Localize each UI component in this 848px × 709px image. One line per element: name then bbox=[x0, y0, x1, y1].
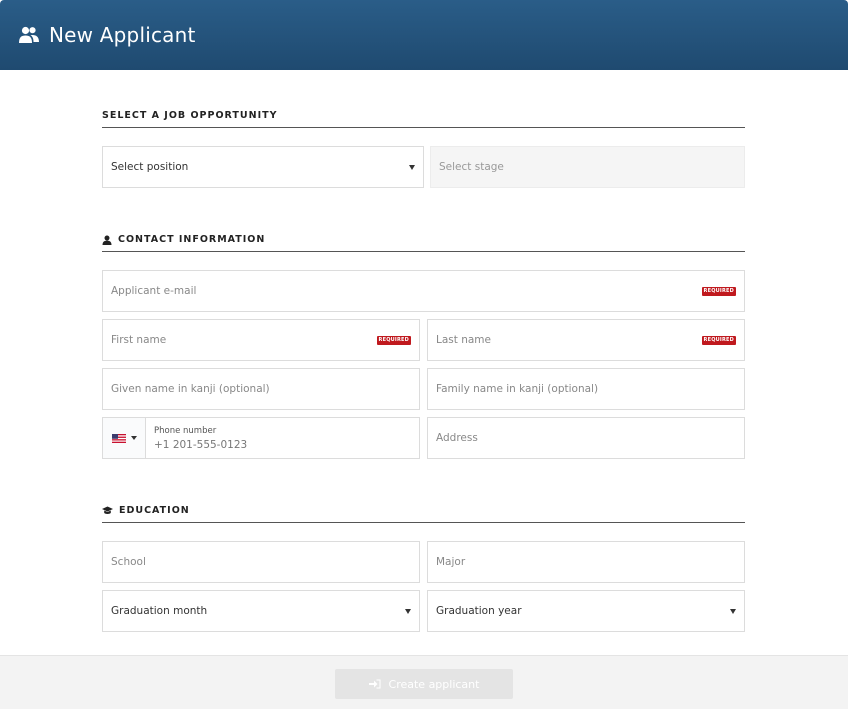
section-title-education-label: EDUCATION bbox=[119, 505, 190, 516]
first-name-field[interactable]: First name REQUIRED bbox=[102, 319, 420, 361]
phone-label: Phone number bbox=[154, 425, 217, 436]
chevron-down-icon bbox=[409, 164, 415, 170]
school-placeholder: School bbox=[111, 556, 146, 568]
graduation-month-select[interactable]: Graduation month bbox=[102, 590, 420, 632]
chevron-down-icon bbox=[130, 436, 137, 440]
address-placeholder: Address bbox=[436, 432, 478, 444]
position-select[interactable]: Select position bbox=[102, 146, 424, 188]
phone-input[interactable]: Phone number +1 201-555-0123 bbox=[146, 426, 247, 451]
major-placeholder: Major bbox=[436, 556, 466, 568]
create-applicant-label: Create applicant bbox=[388, 677, 480, 691]
stage-select: Select stage bbox=[430, 146, 745, 188]
chevron-down-icon bbox=[405, 608, 411, 614]
country-code-select[interactable] bbox=[103, 418, 146, 458]
graduation-year-select[interactable]: Graduation year bbox=[427, 590, 745, 632]
given-name-kanji-placeholder: Given name in kanji (optional) bbox=[111, 383, 270, 395]
family-name-kanji-placeholder: Family name in kanji (optional) bbox=[436, 383, 599, 395]
required-badge: REQUIRED bbox=[701, 286, 736, 296]
users-icon bbox=[19, 26, 39, 43]
us-flag-icon bbox=[111, 433, 126, 443]
section-title-education: EDUCATION bbox=[102, 505, 745, 523]
section-title-contact: CONTACT INFORMATION bbox=[102, 234, 745, 252]
graduation-cap-icon bbox=[102, 506, 113, 514]
family-name-kanji-field[interactable]: Family name in kanji (optional) bbox=[427, 368, 745, 410]
section-title-job-label: SELECT A JOB OPPORTUNITY bbox=[102, 110, 278, 121]
major-field[interactable]: Major bbox=[427, 541, 745, 583]
last-name-placeholder: Last name bbox=[436, 334, 491, 346]
section-title-job: SELECT A JOB OPPORTUNITY bbox=[102, 110, 745, 128]
required-badge: REQUIRED bbox=[376, 335, 411, 345]
user-icon bbox=[102, 235, 112, 245]
stage-select-placeholder: Select stage bbox=[439, 161, 504, 173]
given-name-kanji-field[interactable]: Given name in kanji (optional) bbox=[102, 368, 420, 410]
header-bar: New Applicant bbox=[0, 0, 848, 70]
phone-field[interactable]: Phone number +1 201-555-0123 bbox=[102, 417, 420, 459]
page-title: New Applicant bbox=[49, 23, 196, 47]
create-applicant-button[interactable]: Create applicant bbox=[335, 669, 513, 699]
graduation-month-placeholder: Graduation month bbox=[111, 605, 208, 617]
graduation-year-placeholder: Graduation year bbox=[436, 605, 522, 617]
email-field[interactable]: Applicant e-mail REQUIRED bbox=[102, 270, 745, 312]
section-title-contact-label: CONTACT INFORMATION bbox=[118, 234, 266, 245]
required-badge: REQUIRED bbox=[701, 335, 736, 345]
chevron-down-icon bbox=[730, 608, 736, 614]
phone-placeholder: +1 201-555-0123 bbox=[154, 438, 248, 451]
address-field[interactable]: Address bbox=[427, 417, 745, 459]
school-field[interactable]: School bbox=[102, 541, 420, 583]
last-name-field[interactable]: Last name REQUIRED bbox=[427, 319, 745, 361]
sign-in-icon bbox=[368, 679, 381, 689]
position-select-placeholder: Select position bbox=[111, 161, 189, 173]
email-placeholder: Applicant e-mail bbox=[111, 285, 197, 297]
first-name-placeholder: First name bbox=[111, 334, 167, 346]
